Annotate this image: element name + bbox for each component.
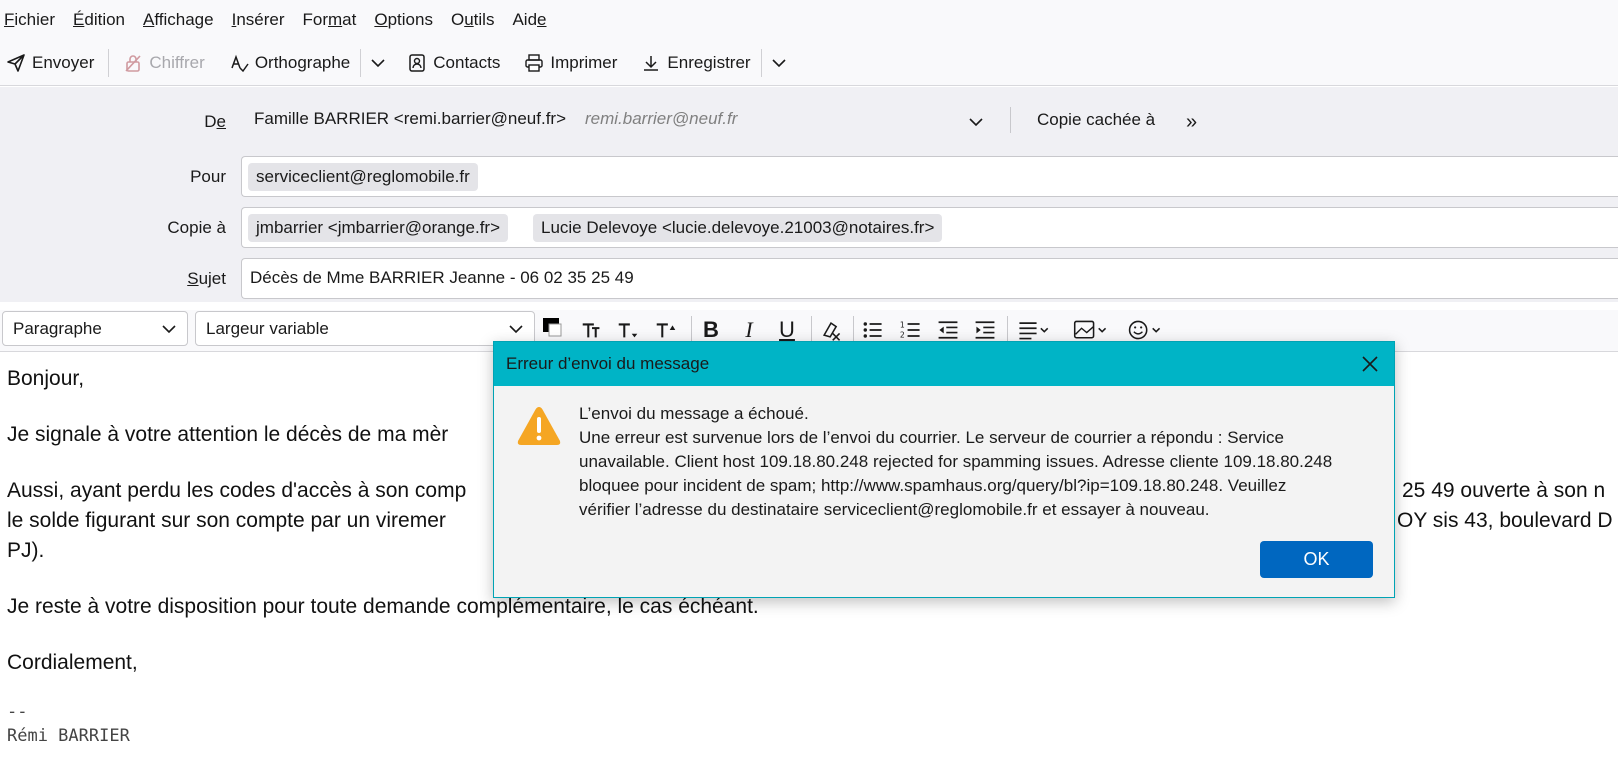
save-label: Enregistrer xyxy=(667,52,751,72)
menu-tools[interactable]: Outils xyxy=(451,10,494,30)
svg-text:2: 2 xyxy=(900,331,905,340)
spellcheck-icon xyxy=(231,54,249,72)
cc-label: Copie à xyxy=(167,218,226,237)
print-label: Imprimer xyxy=(550,52,618,72)
svg-text:1: 1 xyxy=(900,320,905,329)
recipient-pill[interactable]: serviceclient@reglomobile.fr xyxy=(248,163,478,191)
color-swatch-icon xyxy=(543,318,562,337)
lock-icon xyxy=(125,54,141,72)
chevron-down-icon[interactable] xyxy=(770,54,788,72)
body-paragraph-overflow: 25 49 ouverte à son n xyxy=(1402,479,1606,502)
format-separator xyxy=(691,316,692,342)
format-separator xyxy=(853,316,854,342)
download-icon xyxy=(644,55,659,71)
spelling-button[interactable]: Orthographe xyxy=(229,53,350,73)
align-icon[interactable] xyxy=(1014,316,1054,344)
body-paragraph-overflow: OY sis 43, boulevard D xyxy=(1397,509,1613,532)
menu-bar: Fichier Édition Affichage Insérer Format… xyxy=(0,0,1618,40)
font-value: Largeur variable xyxy=(206,319,329,338)
font-select[interactable]: Largeur variable xyxy=(195,311,535,346)
to-field[interactable]: serviceclient@reglomobile.fr xyxy=(241,156,1618,197)
bold-icon[interactable]: B xyxy=(697,316,725,344)
chevron-down-icon xyxy=(509,325,523,334)
send-icon xyxy=(7,53,25,72)
more-recipients-icon[interactable]: » xyxy=(1186,111,1197,134)
encrypt-button[interactable]: Chiffrer xyxy=(123,52,205,73)
paragraph-format-select[interactable]: Paragraphe xyxy=(2,311,188,346)
printer-icon xyxy=(525,53,544,72)
paragraph-format-value: Paragraphe xyxy=(13,319,102,338)
spelling-label: Orthographe xyxy=(254,52,351,72)
toolbar-separator xyxy=(108,48,110,77)
toolbar-separator xyxy=(360,48,362,77)
dialog-message-line: unavailable. Client host 109.18.80.248 r… xyxy=(579,452,1333,471)
address-book-icon xyxy=(409,53,426,72)
underline-icon[interactable]: U xyxy=(773,316,801,344)
menu-format[interactable]: Format xyxy=(303,10,357,30)
ok-button[interactable]: OK xyxy=(1260,541,1373,578)
menu-view[interactable]: Affichage xyxy=(143,10,214,30)
subject-label: Sujet xyxy=(187,269,226,288)
recipient-pill[interactable]: Lucie Delevoye <lucie.delevoye.21003@not… xyxy=(533,214,943,242)
font-size-smaller-icon[interactable] xyxy=(614,316,642,344)
italic-icon[interactable]: I xyxy=(735,316,763,344)
menu-help[interactable]: Aide xyxy=(512,10,546,30)
menu-insert[interactable]: Insérer xyxy=(232,10,285,30)
format-separator xyxy=(811,316,812,342)
close-icon[interactable] xyxy=(1360,354,1380,374)
bcc-button[interactable]: Copie cachée à xyxy=(1037,110,1155,130)
menu-options[interactable]: Options xyxy=(374,10,433,30)
bullet-list-icon[interactable] xyxy=(859,316,887,344)
format-separator xyxy=(1007,316,1008,342)
signature: -- Rémi BARRIER xyxy=(7,700,1618,748)
chevron-down-icon[interactable] xyxy=(369,54,387,72)
dialog-message-line: Une erreur est survenue lors de l’envoi … xyxy=(579,428,1284,447)
cc-field[interactable]: jmbarrier <jmbarrier@orange.fr> Lucie De… xyxy=(241,207,1618,248)
menu-file[interactable]: Fichier xyxy=(4,10,55,30)
font-size-larger-icon[interactable] xyxy=(652,316,680,344)
header-separator xyxy=(1010,107,1011,133)
warning-icon xyxy=(517,407,561,445)
chevron-down-icon[interactable] xyxy=(968,114,984,130)
indent-icon[interactable] xyxy=(971,316,999,344)
dialog-message: L’envoi du message a échoué. Une erreur … xyxy=(579,402,1369,522)
body-closing: Cordialement, xyxy=(7,651,138,674)
numbered-list-icon[interactable]: 12 xyxy=(897,316,925,344)
contacts-label: Contacts xyxy=(433,52,501,72)
chevron-down-icon xyxy=(162,325,176,334)
subject-text: Décès de Mme BARRIER Jeanne - 06 02 35 2… xyxy=(250,268,634,287)
dialog-message-line: bloquee pour incident de spam; http://ww… xyxy=(579,476,1287,495)
emoji-icon[interactable] xyxy=(1124,316,1166,344)
send-button[interactable]: Envoyer xyxy=(6,53,94,73)
contacts-button[interactable]: Contacts xyxy=(407,53,500,73)
from-label: De xyxy=(204,112,226,131)
compose-toolbar: Envoyer Chiffrer Orthographe Contacts Im… xyxy=(0,40,1618,86)
save-button[interactable]: Enregistrer xyxy=(641,52,751,73)
font-size-decrease-icon[interactable] xyxy=(578,316,606,344)
print-button[interactable]: Imprimer xyxy=(524,53,617,73)
recipient-pill[interactable]: jmbarrier <jmbarrier@orange.fr> xyxy=(248,214,509,242)
signature-separator: -- xyxy=(7,702,28,722)
dialog-message-line: vérifier l’adresse du destinataire servi… xyxy=(579,500,1210,519)
send-error-dialog: Erreur d’envoi du message L’envoi du mes… xyxy=(493,341,1395,598)
to-label: Pour xyxy=(190,167,226,186)
from-identity-hint: remi.barrier@neuf.fr xyxy=(585,109,738,128)
subject-field[interactable]: Décès de Mme BARRIER Jeanne - 06 02 35 2… xyxy=(241,258,1618,299)
from-select[interactable]: Famille BARRIER <remi.barrier@neuf.fr> xyxy=(254,109,566,129)
insert-image-icon[interactable] xyxy=(1070,316,1112,344)
menu-edit[interactable]: Édition xyxy=(73,10,125,30)
signature-name: Rémi BARRIER xyxy=(7,726,130,746)
encrypt-label: Chiffrer xyxy=(149,52,205,72)
message-header: De Famille BARRIER <remi.barrier@neuf.fr… xyxy=(0,87,1618,302)
send-label: Envoyer xyxy=(32,52,95,72)
clear-formatting-icon[interactable] xyxy=(817,316,845,344)
outdent-icon[interactable] xyxy=(934,316,962,344)
text-color-button[interactable] xyxy=(537,316,565,344)
dialog-message-line: L’envoi du message a échoué. xyxy=(579,404,809,423)
toolbar-separator xyxy=(760,48,762,77)
dialog-title: Erreur d’envoi du message xyxy=(494,342,1394,386)
